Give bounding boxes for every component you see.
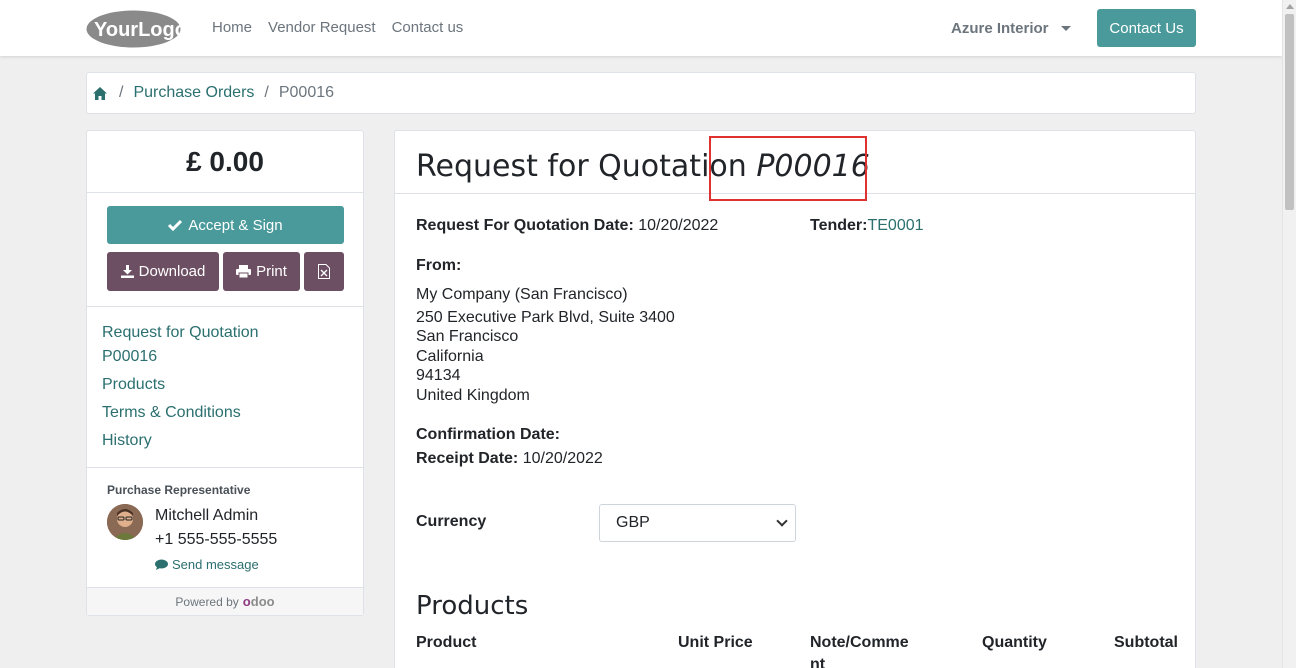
send-message-label: Send message bbox=[172, 557, 259, 572]
currency-value: GBP bbox=[616, 514, 650, 531]
currency-select[interactable]: GBP bbox=[599, 504, 796, 542]
confirmation-date-field: Confirmation Date: bbox=[416, 426, 560, 444]
logo-text: YourLogo bbox=[94, 19, 181, 41]
address-line: California bbox=[416, 347, 484, 365]
from-label: From: bbox=[416, 257, 462, 274]
chevron-down-icon bbox=[776, 515, 788, 527]
send-message-link[interactable]: Send message bbox=[155, 557, 259, 572]
address-line: United Kingdom bbox=[416, 386, 530, 404]
rep-name: Mitchell Admin bbox=[155, 507, 259, 524]
highlight-box bbox=[709, 136, 867, 201]
accept-sign-button[interactable]: Accept & Sign bbox=[107, 206, 344, 244]
document-header: Request for Quotation P00016 bbox=[395, 131, 1195, 201]
column-header-product: Product bbox=[416, 634, 477, 651]
address-line: My Company (San Francisco) bbox=[416, 286, 628, 303]
print-button[interactable]: Print bbox=[223, 252, 300, 291]
receipt-date-label: Receipt Date: bbox=[416, 450, 519, 467]
comment-icon bbox=[155, 559, 168, 570]
rfq-date-value: 10/20/2022 bbox=[638, 217, 719, 234]
column-header-note: Note/Comme nt bbox=[810, 634, 909, 668]
document-type: Request for Quotation bbox=[416, 149, 747, 184]
breadcrumb-current: P00016 bbox=[278, 84, 335, 101]
export-excel-button[interactable] bbox=[304, 252, 344, 291]
products-heading: Products bbox=[416, 591, 529, 621]
divider bbox=[87, 467, 363, 468]
toc-label: P00016 bbox=[102, 348, 158, 365]
order-total: £ 0.00 bbox=[87, 131, 363, 193]
download-label: Download bbox=[138, 263, 206, 280]
toc-item-request-for-quotation[interactable]: Request for Quotation P00016 bbox=[102, 321, 259, 369]
breadcrumb-separator: / bbox=[264, 84, 269, 101]
company-switcher[interactable]: Azure Interior bbox=[951, 20, 1071, 37]
vendor-address: My Company (San Francisco) 250 Executive… bbox=[416, 285, 675, 405]
scroll-up-icon[interactable] bbox=[1286, 4, 1294, 9]
caret-down-icon bbox=[1060, 26, 1071, 31]
rep-phone: +1 555-555-5555 bbox=[155, 531, 278, 548]
top-navbar: YourLogo Home Vendor Request Contact us … bbox=[0, 0, 1282, 56]
home-icon[interactable] bbox=[93, 86, 109, 100]
print-icon bbox=[236, 265, 252, 278]
nav-vendor-request[interactable]: Vendor Request bbox=[268, 19, 376, 36]
nav-contact-us[interactable]: Contact us bbox=[392, 19, 464, 36]
odoo-logo[interactable]: odoo bbox=[243, 594, 275, 609]
download-button[interactable]: Download bbox=[107, 252, 219, 291]
page-scrollbar[interactable] bbox=[1282, 0, 1296, 668]
accept-sign-label: Accept & Sign bbox=[188, 216, 283, 234]
rfq-date-label: Request For Quotation Date: bbox=[416, 217, 634, 234]
company-logo[interactable]: YourLogo bbox=[86, 10, 181, 48]
toc-item-history[interactable]: History bbox=[102, 429, 259, 453]
toc-item-terms-conditions[interactable]: Terms & Conditions bbox=[102, 401, 259, 425]
avatar bbox=[107, 504, 143, 540]
check-icon bbox=[168, 219, 183, 231]
tender-field: Tender:TE0001 bbox=[810, 217, 924, 235]
divider bbox=[87, 306, 363, 307]
contact-us-button[interactable]: Contact Us bbox=[1097, 9, 1196, 47]
tender-label: Tender: bbox=[810, 217, 868, 234]
currency-label: Currency bbox=[416, 513, 487, 530]
breadcrumb-purchase-orders[interactable]: Purchase Orders bbox=[133, 84, 254, 102]
powered-by-text: Powered by bbox=[175, 594, 239, 609]
nav-home[interactable]: Home bbox=[212, 19, 252, 36]
column-header-quantity: Quantity bbox=[982, 634, 1047, 651]
breadcrumb: / Purchase Orders / P00016 bbox=[86, 72, 1196, 114]
receipt-date-value: 10/20/2022 bbox=[522, 450, 603, 467]
receipt-date-field: Receipt Date: 10/20/2022 bbox=[416, 450, 603, 468]
download-icon bbox=[120, 265, 134, 278]
toc-item-products[interactable]: Products bbox=[102, 373, 259, 397]
address-line: San Francisco bbox=[416, 328, 519, 345]
table-of-contents: Request for Quotation P00016 Products Te… bbox=[102, 321, 259, 457]
tender-link[interactable]: TE0001 bbox=[867, 217, 923, 234]
file-excel-icon bbox=[318, 264, 330, 279]
company-name: Azure Interior bbox=[951, 20, 1049, 37]
rfq-date-field: Request For Quotation Date: 10/20/2022 bbox=[416, 217, 718, 235]
address-line: 250 Executive Park Blvd, Suite 3400 bbox=[416, 308, 675, 326]
confirmation-date-label: Confirmation Date: bbox=[416, 426, 560, 443]
toc-label: Request for Quotation bbox=[102, 324, 259, 341]
address-line: 94134 bbox=[416, 367, 461, 384]
powered-by-footer: Powered by odoo bbox=[87, 587, 363, 615]
main-nav: Home Vendor Request Contact us bbox=[212, 19, 463, 36]
breadcrumb-separator: / bbox=[119, 84, 124, 101]
column-header-unit-price: Unit Price bbox=[678, 634, 753, 651]
document-card: Request for Quotation P00016 Request For… bbox=[394, 130, 1196, 668]
scroll-thumb[interactable] bbox=[1285, 14, 1294, 210]
purchase-rep-label: Purchase Representative bbox=[107, 483, 251, 497]
sidebar-card: £ 0.00 Accept & Sign Download Print Requ… bbox=[86, 130, 364, 616]
print-label: Print bbox=[256, 263, 287, 280]
column-header-subtotal: Subtotal bbox=[1114, 634, 1178, 651]
